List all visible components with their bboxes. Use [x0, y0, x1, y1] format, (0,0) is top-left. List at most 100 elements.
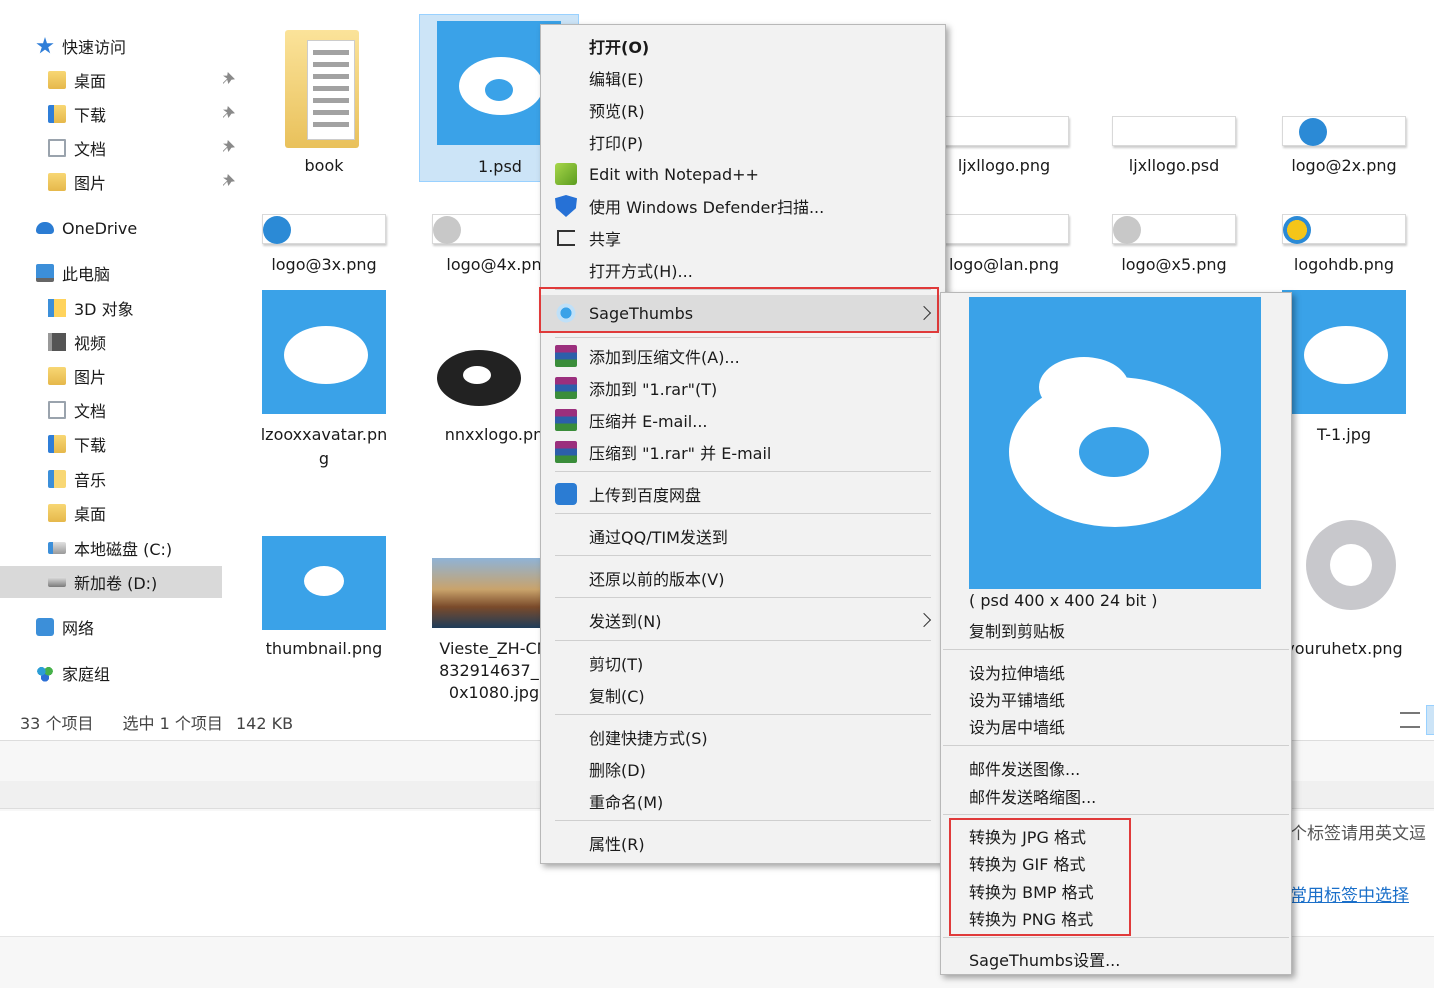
highlight-box: [949, 818, 1131, 936]
nav-quick-access[interactable]: 快速访问: [36, 30, 126, 62]
menu-preview[interactable]: 预览(R): [541, 95, 945, 125]
menu-separator: [943, 745, 1289, 746]
menu-mail-thumbnail[interactable]: 邮件发送略缩图...: [969, 784, 1096, 808]
nav-downloads[interactable]: 下载: [48, 428, 106, 460]
menu-open[interactable]: 打开(O): [541, 31, 945, 61]
winrar-icon: [555, 441, 577, 463]
nav-qa-documents[interactable]: 文档: [48, 132, 235, 164]
video-icon: [48, 333, 66, 351]
highlight-box: [539, 287, 939, 333]
tag-hint-text: 个标签请用英文逗: [1290, 824, 1426, 844]
file-item[interactable]: thumbnail.png: [244, 536, 404, 666]
nav-homegroup[interactable]: 家庭组: [36, 657, 110, 689]
winrar-icon: [555, 409, 577, 431]
nav-label: 网络: [62, 619, 95, 638]
menu-defender[interactable]: 使用 Windows Defender扫描...: [541, 191, 945, 221]
nav-label: 下载: [74, 106, 107, 125]
menu-qq[interactable]: 通过QQ/TIM发送到: [541, 521, 945, 551]
nav-desktop[interactable]: 桌面: [48, 497, 106, 529]
file-item[interactable]: logo@2x.png: [1264, 114, 1424, 182]
image-thumbnail: [262, 290, 386, 414]
document-icon: [48, 401, 66, 419]
file-name: logohdb.png: [1293, 255, 1395, 274]
menu-share[interactable]: 共享: [541, 223, 945, 253]
file-item[interactable]: lzooxxavatar.pn g: [244, 290, 404, 480]
nav-qa-desktop[interactable]: 桌面: [48, 64, 235, 96]
logo-thumbnail: [432, 214, 556, 244]
nav-documents[interactable]: 文档: [48, 394, 106, 426]
pin-icon: [223, 72, 237, 86]
status-bar: 33 个项目 选中 1 个项目 142 KB: [20, 710, 293, 734]
menu-copy[interactable]: 复制(C): [541, 680, 945, 710]
network-icon: [36, 618, 54, 636]
menu-add-archive[interactable]: 添加到压缩文件(A)...: [541, 341, 945, 371]
winrar-icon: [555, 377, 577, 399]
menu-baidu[interactable]: 上传到百度网盘: [541, 479, 945, 509]
logo-thumbnail: [1112, 214, 1236, 244]
nav-disk-c[interactable]: 本地磁盘 (C:): [48, 532, 172, 564]
menu-rename[interactable]: 重命名(M): [541, 786, 945, 816]
menu-wallpaper-center[interactable]: 设为居中墙纸: [969, 714, 1065, 738]
nav-label: 快速访问: [62, 38, 127, 57]
file-name: logo@2x.png: [1291, 156, 1397, 175]
selected-count: 选中 1 个项目: [122, 714, 223, 733]
download-folder-icon: [48, 435, 66, 453]
menu-compress-email[interactable]: 压缩并 E-mail...: [541, 405, 945, 435]
nav-disk-d[interactable]: 新加卷 (D:): [0, 566, 222, 598]
common-tags-link[interactable]: 常用标签中选择: [1290, 881, 1409, 906]
menu-separator: [555, 471, 931, 472]
menu-print[interactable]: 打印(P): [541, 127, 945, 157]
file-item[interactable]: ljxllogo.png: [924, 114, 1084, 182]
nav-label: 文档: [74, 140, 107, 159]
nav-onedrive[interactable]: OneDrive: [36, 212, 137, 244]
menu-restore[interactable]: 还原以前的版本(V): [541, 563, 945, 593]
menu-wallpaper-tile[interactable]: 设为平铺墙纸: [969, 687, 1065, 711]
menu-add-rar[interactable]: 添加到 "1.rar"(T): [541, 373, 945, 403]
file-item[interactable]: logo@3x.png: [244, 212, 404, 282]
image-thumbnail: [1282, 290, 1406, 414]
file-item[interactable]: ljxllogo.psd: [1094, 114, 1254, 182]
file-item[interactable]: logo@lan.png: [924, 212, 1084, 282]
nav-videos[interactable]: 视频: [48, 326, 106, 358]
nav-label: 桌面: [74, 72, 107, 91]
menu-mail-image[interactable]: 邮件发送图像...: [969, 756, 1080, 780]
large-icons-view-icon[interactable]: [1426, 705, 1434, 735]
nav-pictures[interactable]: 图片: [48, 360, 106, 392]
menu-properties[interactable]: 属性(R): [541, 828, 945, 858]
menu-send-to[interactable]: 发送到(N): [541, 605, 945, 635]
menu-edit[interactable]: 编辑(E): [541, 63, 945, 93]
nav-label: 图片: [74, 174, 107, 193]
menu-compress-rar-email[interactable]: 压缩到 "1.rar" 并 E-mail: [541, 437, 945, 467]
nav-qa-pictures[interactable]: 图片: [48, 166, 235, 198]
file-name: ljxllogo.png: [957, 156, 1051, 175]
file-name: logo@lan.png: [948, 255, 1060, 274]
menu-open-with[interactable]: 打开方式(H)...: [541, 255, 945, 285]
preview-image[interactable]: [969, 297, 1261, 589]
menu-sagethumbs-settings[interactable]: SageThumbs设置...: [969, 947, 1120, 971]
menu-wallpaper-stretch[interactable]: 设为拉伸墙纸: [969, 660, 1065, 684]
details-view-icon[interactable]: [1400, 712, 1420, 728]
homegroup-icon: [36, 664, 54, 682]
nav-this-pc[interactable]: 此电脑: [36, 257, 110, 289]
nav-network[interactable]: 网络: [36, 611, 94, 643]
file-name: ljxllogo.psd: [1128, 156, 1220, 175]
logo-thumbnail: [1282, 214, 1406, 244]
nav-label: 此电脑: [62, 265, 111, 284]
share-icon: [557, 230, 575, 246]
menu-delete[interactable]: 删除(D): [541, 754, 945, 784]
image-info: ( psd 400 x 400 24 bit ): [969, 591, 1158, 610]
document-icon: [48, 139, 66, 157]
menu-copy-clipboard[interactable]: 复制到剪贴板: [969, 618, 1065, 642]
music-icon: [48, 470, 66, 488]
file-item[interactable]: book: [244, 14, 404, 184]
menu-create-shortcut[interactable]: 创建快捷方式(S): [541, 722, 945, 752]
file-name: logo@3x.png: [271, 255, 377, 274]
menu-notepad[interactable]: Edit with Notepad++: [541, 159, 945, 189]
logo-thumbnail: [1282, 116, 1406, 146]
nav-music[interactable]: 音乐: [48, 463, 106, 495]
nav-3d-objects[interactable]: 3D 对象: [48, 292, 134, 324]
menu-cut[interactable]: 剪切(T): [541, 648, 945, 678]
file-item[interactable]: logo@x5.png: [1094, 212, 1254, 282]
nav-qa-downloads[interactable]: 下载: [48, 98, 235, 130]
file-item[interactable]: logohdb.png: [1264, 212, 1424, 282]
